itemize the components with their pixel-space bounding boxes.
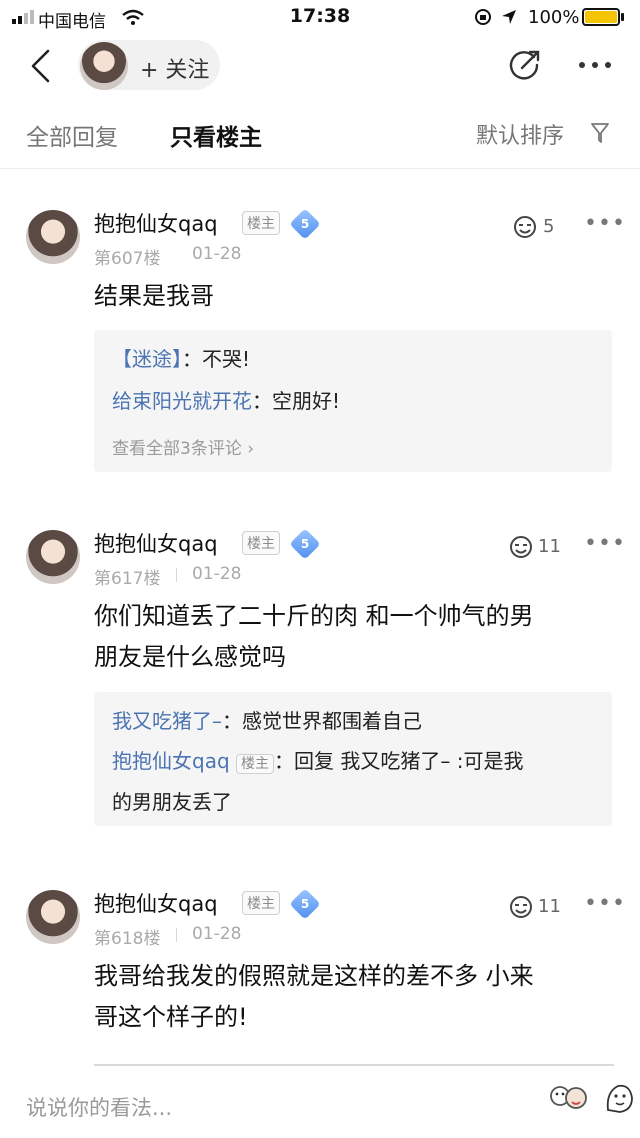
reply-box: 我又吃猪了–：感觉世界都围着自己 抱抱仙女qaq 楼主 ：回复 我又吃猪了– :可…	[94, 692, 612, 826]
filter-icon[interactable]	[590, 122, 610, 144]
view-all-comments-link[interactable]: 查看全部3条评论 ›	[112, 434, 254, 459]
op-badge: 楼主	[236, 754, 275, 774]
post-body: 你们知道丢了二十斤的肉 和一个帅气的男 朋友是什么感觉吗	[94, 602, 534, 671]
level-badge: 5	[289, 888, 321, 920]
op-badge: 楼主	[242, 531, 280, 555]
like-face-icon[interactable]	[510, 214, 540, 240]
floor-number: 第607楼	[94, 249, 161, 269]
post-date: 01-28	[192, 244, 242, 264]
reply-item[interactable]: 给束阳光就开花：空朋好!	[112, 382, 340, 420]
comment-input[interactable]: 说说你的看法...	[26, 1092, 172, 1122]
meta-separator	[176, 928, 177, 942]
tab-all-replies[interactable]: 全部回复	[26, 118, 118, 152]
level-badge: 5	[289, 528, 321, 560]
like-face-icon[interactable]	[506, 534, 536, 560]
op-badge: 楼主	[242, 211, 280, 235]
back-arrow-icon[interactable]	[28, 48, 52, 84]
rotation-lock-icon	[475, 9, 491, 25]
tab-divider	[0, 168, 640, 169]
emoji-stickers-icon[interactable]	[548, 1082, 592, 1114]
reply-item[interactable]: 抱抱仙女qaq 楼主 ：回复 我又吃猪了– :可是我 的男朋友丢了	[112, 742, 602, 821]
tab-op-only[interactable]: 只看楼主	[170, 118, 262, 152]
username[interactable]: 抱抱仙女qaq	[94, 888, 218, 918]
post-body: 我哥给我发的假照就是这样的差不多 小来 哥这个样子的!	[94, 962, 534, 1031]
like-count: 5	[543, 216, 555, 237]
battery-icon	[582, 8, 620, 26]
chevron-right-icon: ›	[241, 439, 255, 459]
username[interactable]: 抱抱仙女qaq	[94, 208, 218, 238]
location-icon	[502, 10, 516, 24]
reply-item[interactable]: 我又吃猪了–：感觉世界都围着自己	[112, 702, 422, 740]
op-avatar[interactable]	[80, 42, 128, 90]
level-badge: 5	[289, 208, 321, 240]
post-date: 01-28	[192, 924, 242, 944]
username[interactable]: 抱抱仙女qaq	[94, 528, 218, 558]
avatar[interactable]	[26, 210, 80, 264]
battery-tip	[621, 13, 624, 21]
like-count: 11	[538, 896, 561, 917]
more-icon[interactable]	[578, 60, 612, 70]
post-more-button[interactable]: •••	[584, 211, 626, 236]
share-icon[interactable]	[508, 48, 542, 82]
status-bar: 中国电信 17:38 100%	[0, 0, 640, 34]
follow-button[interactable]: + 关注	[140, 52, 209, 84]
reply-item[interactable]: 【迷途】：不哭!	[112, 340, 250, 378]
floor-number: 第618楼	[94, 929, 161, 949]
like-count: 11	[538, 536, 561, 557]
battery-percent: 100%	[528, 7, 580, 28]
meta-separator	[176, 568, 177, 582]
reply-box: 【迷途】：不哭! 给束阳光就开花：空朋好! 查看全部3条评论 ›	[94, 330, 612, 472]
like-face-icon[interactable]	[506, 894, 536, 920]
post-body: 结果是我哥	[94, 282, 214, 310]
image-top-edge	[94, 1064, 614, 1066]
avatar[interactable]	[26, 530, 80, 584]
avatar[interactable]	[26, 890, 80, 944]
floor-number: 第617楼	[94, 569, 161, 589]
post-more-button[interactable]: •••	[584, 891, 626, 916]
battery-fill	[585, 11, 617, 23]
op-badge: 楼主	[242, 891, 280, 915]
post-date: 01-28	[192, 564, 242, 584]
sort-dropdown[interactable]: 默认排序	[476, 118, 564, 150]
post-more-button[interactable]: •••	[584, 531, 626, 556]
doodle-sticker-icon[interactable]	[602, 1080, 636, 1116]
